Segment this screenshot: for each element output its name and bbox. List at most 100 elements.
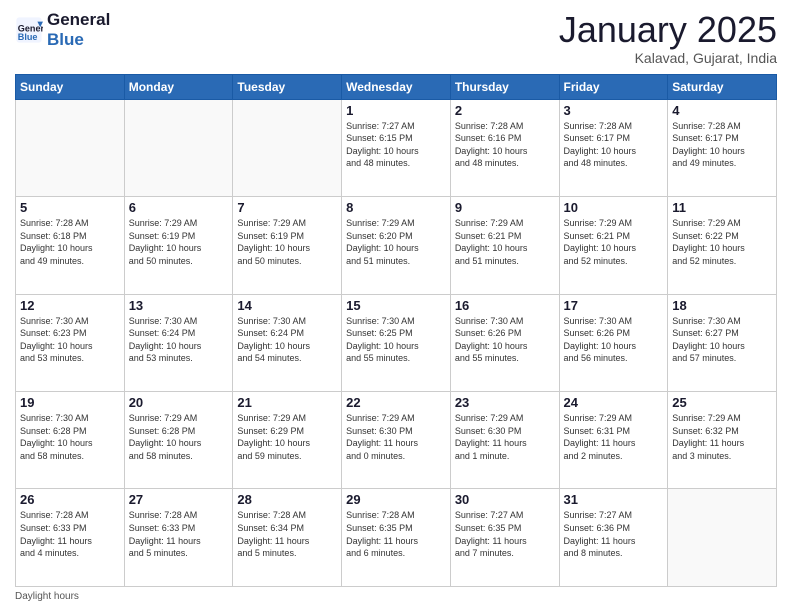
calendar-header-row: Sunday Monday Tuesday Wednesday Thursday… [16, 74, 777, 99]
calendar-cell: 9 Sunrise: 7:29 AM Sunset: 6:21 PM Daylig… [450, 197, 559, 294]
day-number: 2 [455, 103, 555, 118]
day-info: Sunrise: 7:27 AM Sunset: 6:15 PM Dayligh… [346, 120, 446, 170]
calendar-cell: 17 Sunrise: 7:30 AM Sunset: 6:26 PM Dayli… [559, 294, 668, 391]
calendar-cell: 28Sunrise: 7:28 AM Sunset: 6:34 PM Dayli… [233, 489, 342, 587]
header: General Blue General Blue January 2025 K… [15, 10, 777, 66]
day-number: 9 [455, 200, 555, 215]
day-info: Sunrise: 7:30 AM Sunset: 6:23 PM Dayligh… [20, 315, 120, 365]
col-thursday: Thursday [450, 74, 559, 99]
day-number: 5 [20, 200, 120, 215]
day-number: 15 [346, 298, 446, 313]
calendar-cell: 6 Sunrise: 7:29 AM Sunset: 6:19 PM Daylig… [124, 197, 233, 294]
calendar-cell: 10 Sunrise: 7:29 AM Sunset: 6:21 PM Dayli… [559, 197, 668, 294]
day-info: Sunrise: 7:29 AM Sunset: 6:19 PM Dayligh… [237, 217, 337, 267]
day-number: 1 [346, 103, 446, 118]
day-info: Sunrise: 7:28 AM Sunset: 6:17 PM Dayligh… [564, 120, 664, 170]
day-number: 25 [672, 395, 772, 410]
day-number: 4 [672, 103, 772, 118]
calendar-cell: 1 Sunrise: 7:27 AM Sunset: 6:15 PM Daylig… [342, 99, 451, 196]
calendar-cell: 20 Sunrise: 7:29 AM Sunset: 6:28 PM Dayli… [124, 392, 233, 489]
calendar-cell: 31 Sunrise: 7:27 AM Sunset: 6:36 PM Dayli… [559, 489, 668, 587]
day-number: 13 [129, 298, 229, 313]
calendar-week-3: 12 Sunrise: 7:30 AM Sunset: 6:23 PM Dayli… [16, 294, 777, 391]
calendar-cell: 25 Sunrise: 7:29 AM Sunset: 6:32 PM Dayli… [668, 392, 777, 489]
day-info: Sunrise: 7:29 AM Sunset: 6:32 PM Dayligh… [672, 412, 772, 462]
calendar-cell: 4 Sunrise: 7:28 AM Sunset: 6:17 PM Daylig… [668, 99, 777, 196]
day-number: 18 [672, 298, 772, 313]
logo-general: General [47, 10, 110, 30]
day-info: Sunrise: 7:29 AM Sunset: 6:22 PM Dayligh… [672, 217, 772, 267]
calendar-cell: 19Sunrise: 7:30 AM Sunset: 6:28 PM Dayli… [16, 392, 125, 489]
day-number: 28 [237, 492, 337, 507]
calendar-cell: 5 Sunrise: 7:28 AM Sunset: 6:18 PM Daylig… [16, 197, 125, 294]
day-number: 17 [564, 298, 664, 313]
logo: General Blue General Blue [15, 10, 110, 51]
svg-text:Blue: Blue [18, 32, 38, 42]
col-friday: Friday [559, 74, 668, 99]
calendar-cell: 22 Sunrise: 7:29 AM Sunset: 6:30 PM Dayli… [342, 392, 451, 489]
day-number: 6 [129, 200, 229, 215]
calendar-cell: 7 Sunrise: 7:29 AM Sunset: 6:19 PM Daylig… [233, 197, 342, 294]
calendar-cell: 30 Sunrise: 7:27 AM Sunset: 6:35 PM Dayli… [450, 489, 559, 587]
calendar-cell: 29 Sunrise: 7:28 AM Sunset: 6:35 PM Dayli… [342, 489, 451, 587]
day-number: 30 [455, 492, 555, 507]
day-number: 10 [564, 200, 664, 215]
day-number: 11 [672, 200, 772, 215]
col-saturday: Saturday [668, 74, 777, 99]
day-info: Sunrise: 7:29 AM Sunset: 6:19 PM Dayligh… [129, 217, 229, 267]
day-number: 21 [237, 395, 337, 410]
calendar-table: Sunday Monday Tuesday Wednesday Thursday… [15, 74, 777, 587]
day-info: Sunrise: 7:29 AM Sunset: 6:28 PM Dayligh… [129, 412, 229, 462]
day-info: Sunrise: 7:30 AM Sunset: 6:26 PM Dayligh… [564, 315, 664, 365]
day-number: 31 [564, 492, 664, 507]
footer-note: Daylight hours [15, 591, 777, 602]
calendar-cell: 18 Sunrise: 7:30 AM Sunset: 6:27 PM Dayli… [668, 294, 777, 391]
calendar-cell: 3 Sunrise: 7:28 AM Sunset: 6:17 PM Daylig… [559, 99, 668, 196]
day-info: Sunrise: 7:28 AM Sunset: 6:18 PM Dayligh… [20, 217, 120, 267]
day-number: 8 [346, 200, 446, 215]
day-number: 27 [129, 492, 229, 507]
day-info: Sunrise: 7:27 AM Sunset: 6:36 PM Dayligh… [564, 509, 664, 559]
calendar-cell [124, 99, 233, 196]
day-number: 19 [20, 395, 120, 410]
day-number: 29 [346, 492, 446, 507]
calendar-week-2: 5 Sunrise: 7:28 AM Sunset: 6:18 PM Daylig… [16, 197, 777, 294]
calendar-cell: 24Sunrise: 7:29 AM Sunset: 6:31 PM Dayli… [559, 392, 668, 489]
day-info: Sunrise: 7:28 AM Sunset: 6:33 PM Dayligh… [20, 509, 120, 559]
day-info: Sunrise: 7:29 AM Sunset: 6:21 PM Dayligh… [455, 217, 555, 267]
col-wednesday: Wednesday [342, 74, 451, 99]
calendar-cell: 2Sunrise: 7:28 AM Sunset: 6:16 PM Daylig… [450, 99, 559, 196]
day-number: 26 [20, 492, 120, 507]
day-number: 12 [20, 298, 120, 313]
calendar-cell: 14 Sunrise: 7:30 AM Sunset: 6:24 PM Dayli… [233, 294, 342, 391]
day-info: Sunrise: 7:28 AM Sunset: 6:35 PM Dayligh… [346, 509, 446, 559]
day-info: Sunrise: 7:29 AM Sunset: 6:31 PM Dayligh… [564, 412, 664, 462]
day-number: 3 [564, 103, 664, 118]
calendar-cell: 23Sunrise: 7:29 AM Sunset: 6:30 PM Dayli… [450, 392, 559, 489]
day-info: Sunrise: 7:29 AM Sunset: 6:20 PM Dayligh… [346, 217, 446, 267]
calendar-cell: 15 Sunrise: 7:30 AM Sunset: 6:25 PM Dayli… [342, 294, 451, 391]
day-number: 7 [237, 200, 337, 215]
calendar-cell: 12 Sunrise: 7:30 AM Sunset: 6:23 PM Dayli… [16, 294, 125, 391]
day-number: 16 [455, 298, 555, 313]
day-info: Sunrise: 7:29 AM Sunset: 6:30 PM Dayligh… [455, 412, 555, 462]
calendar-week-1: 1 Sunrise: 7:27 AM Sunset: 6:15 PM Daylig… [16, 99, 777, 196]
calendar-week-5: 26 Sunrise: 7:28 AM Sunset: 6:33 PM Dayli… [16, 489, 777, 587]
day-info: Sunrise: 7:30 AM Sunset: 6:25 PM Dayligh… [346, 315, 446, 365]
day-info: Sunrise: 7:30 AM Sunset: 6:26 PM Dayligh… [455, 315, 555, 365]
calendar-cell: 11 Sunrise: 7:29 AM Sunset: 6:22 PM Dayli… [668, 197, 777, 294]
day-number: 22 [346, 395, 446, 410]
day-info: Sunrise: 7:29 AM Sunset: 6:30 PM Dayligh… [346, 412, 446, 462]
calendar-week-4: 19Sunrise: 7:30 AM Sunset: 6:28 PM Dayli… [16, 392, 777, 489]
day-info: Sunrise: 7:30 AM Sunset: 6:24 PM Dayligh… [129, 315, 229, 365]
day-info: Sunrise: 7:29 AM Sunset: 6:21 PM Dayligh… [564, 217, 664, 267]
day-info: Sunrise: 7:27 AM Sunset: 6:35 PM Dayligh… [455, 509, 555, 559]
day-info: Sunrise: 7:29 AM Sunset: 6:29 PM Dayligh… [237, 412, 337, 462]
day-number: 20 [129, 395, 229, 410]
day-info: Sunrise: 7:30 AM Sunset: 6:24 PM Dayligh… [237, 315, 337, 365]
day-info: Sunrise: 7:30 AM Sunset: 6:27 PM Dayligh… [672, 315, 772, 365]
col-sunday: Sunday [16, 74, 125, 99]
col-monday: Monday [124, 74, 233, 99]
day-number: 14 [237, 298, 337, 313]
day-info: Sunrise: 7:28 AM Sunset: 6:17 PM Dayligh… [672, 120, 772, 170]
